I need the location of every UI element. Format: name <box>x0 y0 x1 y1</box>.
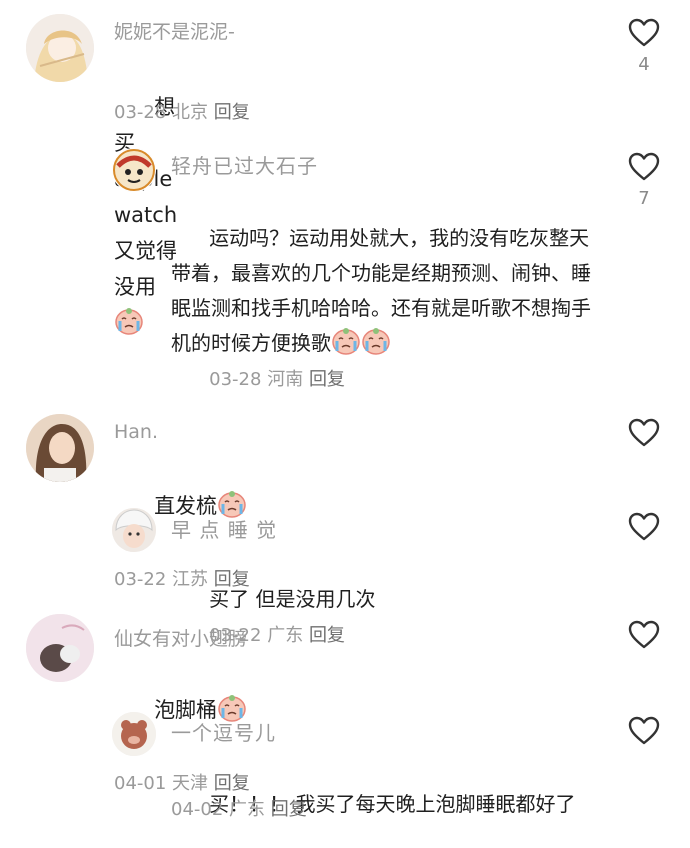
comment-meta: 04-02 广东 回复 <box>171 795 307 821</box>
comment-meta: 03-28 北京 回复 <box>114 98 250 124</box>
heart-outline-icon[interactable] <box>628 620 660 650</box>
comment-date: 03-28 <box>209 369 262 390</box>
avatar[interactable] <box>112 148 156 192</box>
comment-location: 广东 <box>267 625 304 646</box>
like-area: 7 <box>624 152 664 209</box>
avatar[interactable] <box>26 414 94 482</box>
comment-date: 03-22 <box>114 569 167 590</box>
avatar[interactable] <box>112 712 156 756</box>
heart-outline-icon[interactable] <box>628 18 660 48</box>
comment-username[interactable]: Han. <box>114 421 158 443</box>
reply-button[interactable]: 回复 <box>271 799 307 820</box>
heart-outline-icon[interactable] <box>628 418 660 448</box>
reply-button[interactable]: 回复 <box>309 369 345 390</box>
comment-text-content: 买了 但是没用几次 <box>209 587 376 611</box>
heart-outline-icon[interactable] <box>628 152 660 182</box>
like-count: 4 <box>638 54 650 75</box>
reply-button[interactable]: 回复 <box>309 625 345 646</box>
comment-thread: 妮妮不是泥泥- 想买 apple watch 又觉得没用 03-28 北京 回复… <box>0 0 690 848</box>
avatar[interactable] <box>26 14 94 82</box>
avatar[interactable] <box>26 614 94 682</box>
comment-location: 北京 <box>172 102 209 123</box>
comment-username[interactable]: 一个逗号儿 <box>171 717 276 746</box>
comment-text: 运动吗？运动用处就大，我的没有吃灰整天带着，最喜欢的几个功能是经期预测、闹钟、睡… <box>171 186 591 432</box>
comment-username[interactable]: 轻舟已过大石子 <box>171 150 318 179</box>
crying-face-emoji <box>114 307 144 335</box>
heart-outline-icon[interactable] <box>628 512 660 542</box>
crying-face-emoji <box>331 327 361 355</box>
comment-location: 广东 <box>229 799 266 820</box>
comment-location: 河南 <box>267 369 304 390</box>
comment-meta: 03-28 河南 回复 <box>209 369 345 390</box>
comment-date: 03-28 <box>114 102 167 123</box>
reply-button[interactable]: 回复 <box>214 102 250 123</box>
crying-face-emoji <box>361 327 391 355</box>
comment-username[interactable]: 仙女有对小翅膀 <box>114 624 247 651</box>
like-area <box>624 418 664 454</box>
comment-username[interactable]: 早 点 睡 觉 <box>171 514 277 543</box>
like-area <box>624 512 664 548</box>
comment-username[interactable]: 妮妮不是泥泥- <box>114 17 235 44</box>
like-area <box>624 620 664 656</box>
like-area <box>624 716 664 752</box>
comment-date: 04-01 <box>114 773 167 794</box>
heart-outline-icon[interactable] <box>628 716 660 746</box>
comment-date: 04-02 <box>171 799 224 820</box>
avatar[interactable] <box>112 508 156 552</box>
like-count: 7 <box>638 188 650 209</box>
like-area: 4 <box>624 18 664 75</box>
